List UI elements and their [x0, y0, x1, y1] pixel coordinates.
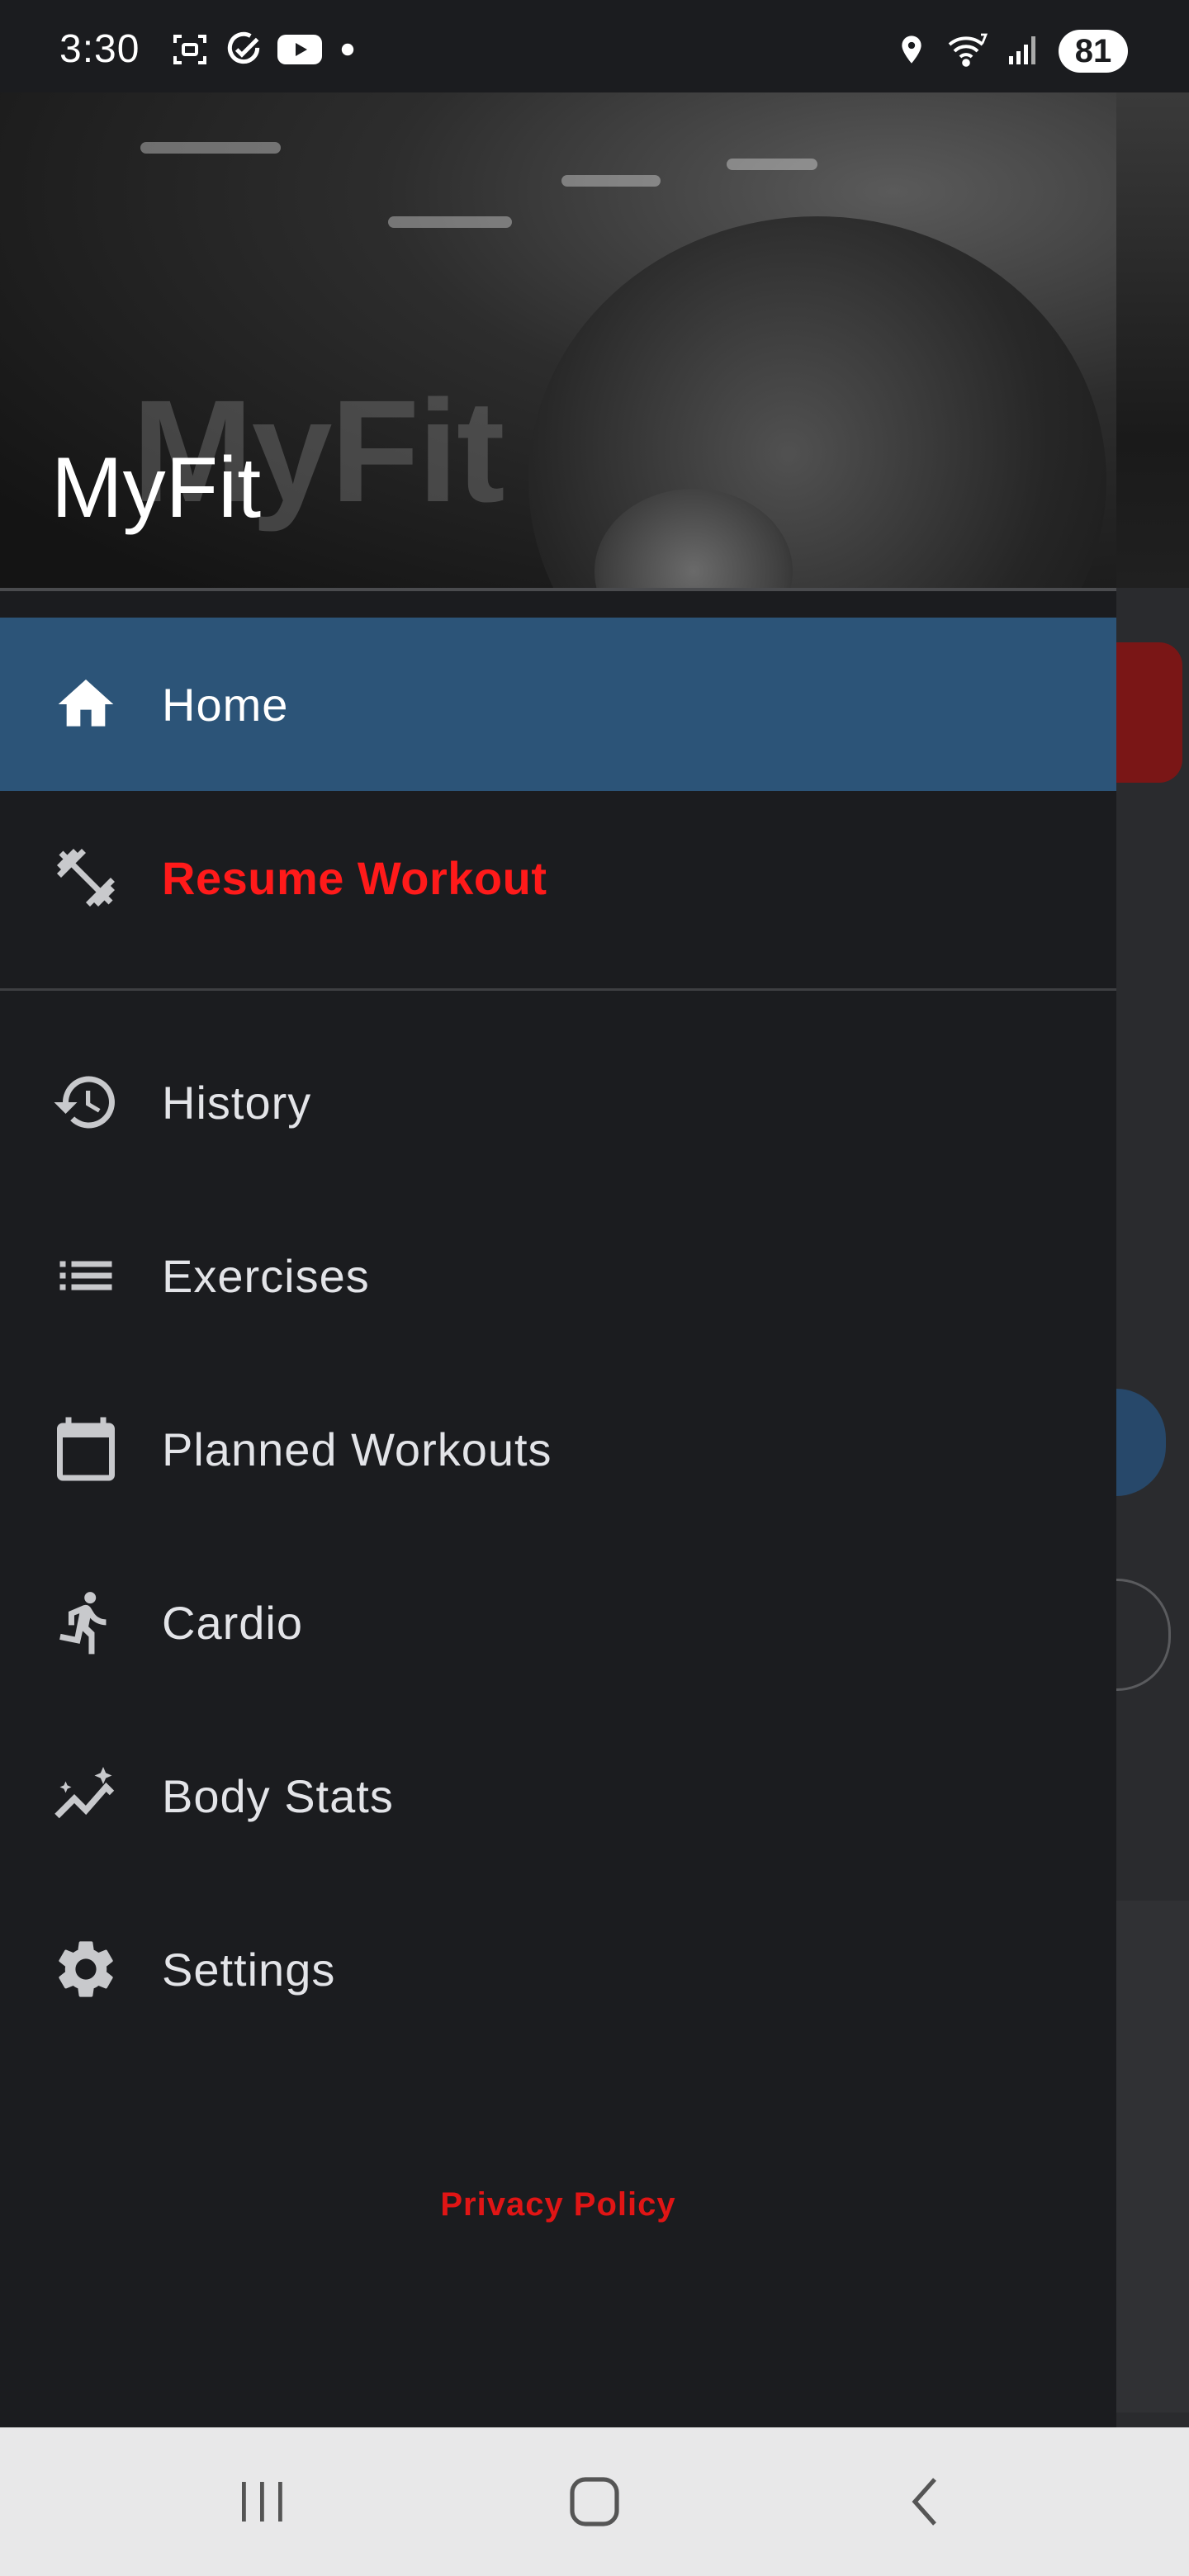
- list-icon: [51, 1241, 121, 1310]
- status-time: 3:30: [59, 27, 140, 71]
- nav-item-label: History: [162, 1076, 312, 1129]
- wifi-icon: [946, 31, 989, 72]
- home-button[interactable]: [553, 2469, 636, 2535]
- nav-item-label: Planned Workouts: [162, 1423, 552, 1475]
- check-circle-icon: [223, 29, 264, 74]
- header-light: [727, 159, 817, 170]
- running-icon: [51, 1588, 121, 1657]
- back-icon: [912, 2478, 936, 2526]
- status-bar: 3:30 81: [0, 0, 1189, 92]
- nav-item-resume-workout[interactable]: Resume Workout: [0, 791, 1116, 964]
- header-light: [140, 142, 281, 154]
- history-icon: [51, 1068, 121, 1137]
- app-title: MyFit: [51, 440, 262, 536]
- background-screen-edge[interactable]: [1116, 92, 1189, 2427]
- nav-item-label: Exercises: [162, 1249, 370, 1302]
- background-ring: [1116, 1579, 1171, 1691]
- signal-icon: [1007, 33, 1040, 70]
- background-card: [1116, 1901, 1189, 2413]
- nav-item-label: Settings: [162, 1943, 336, 1996]
- status-right-icons: 81: [895, 30, 1128, 73]
- nav-item-label: Body Stats: [162, 1769, 394, 1822]
- header-light: [388, 216, 512, 228]
- privacy-policy-link[interactable]: Privacy Policy: [0, 2186, 1116, 2223]
- nav-item-exercises[interactable]: Exercises: [0, 1189, 1116, 1362]
- recents-icon: [242, 2482, 282, 2522]
- nav-item-label: Cardio: [162, 1596, 303, 1649]
- dot-icon: [335, 37, 360, 66]
- nav-item-cardio[interactable]: Cardio: [0, 1536, 1116, 1709]
- background-header-image: [1116, 92, 1189, 588]
- location-icon: [895, 31, 928, 72]
- menu-divider: [0, 988, 1116, 991]
- status-left-icons: [170, 31, 360, 71]
- nav-item-body-stats[interactable]: Body Stats: [0, 1709, 1116, 1882]
- home-icon: [51, 670, 121, 739]
- battery-indicator: 81: [1059, 30, 1128, 73]
- header-divider: [0, 588, 1116, 591]
- nav-item-settings[interactable]: Settings: [0, 1882, 1116, 2056]
- screenshot-icon: [170, 30, 210, 73]
- nav-item-label: Resume Workout: [162, 851, 547, 904]
- header-light: [561, 175, 661, 187]
- dumbbell-icon: [51, 843, 121, 912]
- nav-item-planned-workouts[interactable]: Planned Workouts: [0, 1362, 1116, 1536]
- drawer-header: MyFit MyFit: [0, 92, 1116, 588]
- youtube-icon: [277, 32, 322, 71]
- nav-item-home[interactable]: Home: [0, 618, 1116, 791]
- trending-icon: [51, 1761, 121, 1830]
- nav-item-label: Home: [162, 678, 289, 731]
- system-navigation-bar: [0, 2427, 1189, 2576]
- background-red-button: [1116, 642, 1182, 783]
- recents-button[interactable]: [221, 2469, 304, 2535]
- back-button[interactable]: [885, 2469, 968, 2535]
- background-blue-button: [1116, 1389, 1166, 1496]
- home-circle-icon: [570, 2477, 619, 2526]
- nav-item-history[interactable]: History: [0, 1016, 1116, 1189]
- gear-icon: [51, 1934, 121, 2004]
- calendar-icon: [51, 1414, 121, 1484]
